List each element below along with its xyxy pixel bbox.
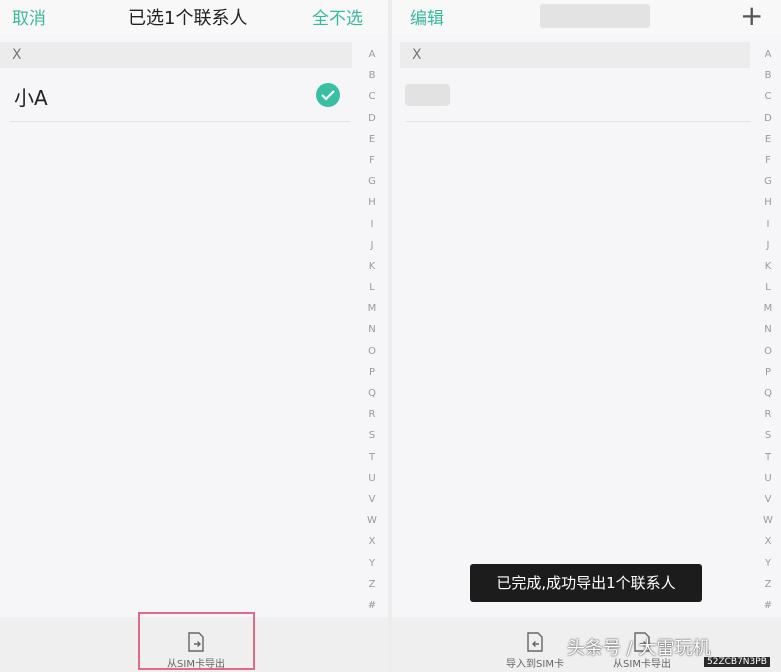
index-letter[interactable]: B [364,65,380,86]
index-letter[interactable]: E [760,129,776,150]
index-letter[interactable]: W [364,510,380,531]
index-letter[interactable]: U [760,468,776,489]
index-letter[interactable]: S [760,425,776,446]
index-letter[interactable]: Y [364,553,380,574]
index-letter[interactable]: Z [760,574,776,595]
index-letter[interactable]: Z [364,574,380,595]
index-letter[interactable]: # [364,595,380,616]
index-letter[interactable]: H [364,192,380,213]
index-letter[interactable]: V [760,489,776,510]
index-letter[interactable]: T [364,447,380,468]
section-header: X [400,42,750,68]
sim-card-icon [524,631,546,653]
alphabet-index[interactable]: A B C D E F G H I J K L M N O P Q R S T U V W X Y Z # [760,44,776,616]
index-letter[interactable]: L [364,277,380,298]
check-circle-icon[interactable] [316,83,340,107]
index-letter[interactable]: X [760,531,776,552]
index-letter[interactable]: A [364,44,380,65]
import-to-sim-label: 导入到SIM卡 [506,659,564,670]
index-letter[interactable]: J [364,235,380,256]
blurred-contact-name [405,84,450,106]
index-letter[interactable]: K [364,256,380,277]
index-letter[interactable]: O [364,341,380,362]
index-letter[interactable]: P [760,362,776,383]
index-letter[interactable]: K [760,256,776,277]
index-letter[interactable]: T [760,447,776,468]
index-letter[interactable]: R [760,404,776,425]
plus-icon[interactable]: + [740,0,763,32]
index-letter[interactable]: P [364,362,380,383]
index-letter[interactable]: H [760,192,776,213]
index-letter[interactable]: F [760,150,776,171]
index-letter[interactable]: G [364,171,380,192]
index-letter[interactable]: X [364,531,380,552]
index-letter[interactable]: # [760,595,776,616]
highlight-box [138,612,255,670]
index-letter[interactable]: J [760,235,776,256]
index-letter[interactable]: D [760,108,776,129]
deselect-all-button[interactable]: 全不选 [312,4,363,29]
export-from-sim-label: 从SIM卡导出 [613,659,671,670]
index-letter[interactable]: M [364,298,380,319]
alphabet-index[interactable]: A B C D E F G H I J K L M N O P Q R S T U V W X Y Z # [364,44,380,616]
contact-name: 小A [14,86,48,110]
index-letter[interactable]: I [364,214,380,235]
index-letter[interactable]: C [760,86,776,107]
blurred-title [540,4,650,28]
index-letter[interactable]: M [760,298,776,319]
index-letter[interactable]: R [364,404,380,425]
left-top-bar: 取消 已选1个联系人 全不选 [0,0,388,34]
index-letter[interactable]: S [364,425,380,446]
toast-message: 已完成,成功导出1个联系人 [470,564,702,602]
index-letter[interactable]: L [760,277,776,298]
index-letter[interactable]: B [760,65,776,86]
index-letter[interactable]: O [760,341,776,362]
index-letter[interactable]: W [760,510,776,531]
index-letter[interactable]: E [364,129,380,150]
index-letter[interactable]: Y [760,553,776,574]
index-letter[interactable]: F [364,150,380,171]
index-letter[interactable]: Q [760,383,776,404]
index-letter[interactable]: A [760,44,776,65]
row-divider [10,121,350,122]
selection-title: 已选1个联系人 [128,8,248,29]
index-letter[interactable]: D [364,108,380,129]
index-letter[interactable]: U [364,468,380,489]
edit-button[interactable]: 编辑 [410,4,444,29]
section-header: X [0,42,352,68]
index-letter[interactable]: N [364,319,380,340]
row-divider [406,121,751,122]
cancel-button[interactable]: 取消 [12,4,46,29]
index-letter[interactable]: C [364,86,380,107]
index-letter[interactable]: G [760,171,776,192]
watermark-small: 52ZCB7N3PB [704,657,770,667]
watermark: 头条号 / 大雷玩机 [567,638,711,659]
index-letter[interactable]: I [760,214,776,235]
index-letter[interactable]: Q [364,383,380,404]
index-letter[interactable]: V [364,489,380,510]
contact-row[interactable]: 小A [14,74,354,120]
left-panel: 取消 已选1个联系人 全不选 X 小A ABCDEFGHIJKLMNOPQRST… [0,0,388,672]
index-letter[interactable]: N [760,319,776,340]
